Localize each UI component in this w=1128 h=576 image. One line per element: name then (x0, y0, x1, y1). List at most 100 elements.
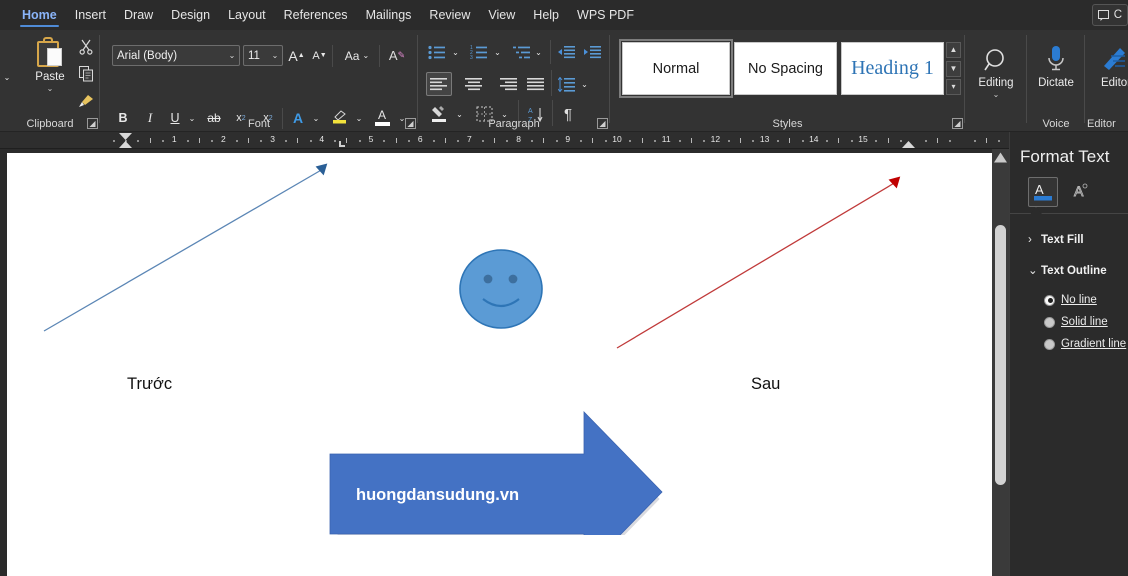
grow-font-button[interactable]: A▲ (286, 45, 307, 66)
ruler-tick (580, 140, 582, 142)
tab-design[interactable]: Design (162, 0, 219, 30)
style-normal-label: Normal (653, 61, 700, 77)
style-normal[interactable]: Normal (622, 42, 730, 95)
styles-scroll-up-icon[interactable]: ▲ (946, 42, 961, 58)
ribbon-group-editing: Editing ⌄ (965, 30, 1027, 132)
font-name-chevron-down-icon[interactable]: ⌄ (225, 51, 239, 60)
dictate-button[interactable]: Dictate (1027, 34, 1085, 108)
dictate-label: Dictate (1038, 77, 1074, 89)
style-no-spacing[interactable]: No Spacing (734, 42, 837, 95)
increase-indent-button[interactable] (582, 42, 604, 62)
vertical-scrollbar[interactable] (992, 149, 1009, 576)
left-indent-marker[interactable] (119, 141, 132, 148)
styles-more-icon[interactable]: ▾ (946, 79, 961, 95)
comments-label: C (1114, 9, 1122, 21)
line-spacing-icon (558, 77, 576, 92)
tab-view[interactable]: View (479, 0, 524, 30)
editor-button[interactable]: Editor (1089, 34, 1128, 108)
multilevel-list-icon (513, 45, 531, 60)
decrease-indent-button[interactable] (556, 42, 578, 62)
cut-scissors-icon (79, 39, 93, 55)
divider (379, 45, 380, 67)
style-heading-1[interactable]: Heading 1 (841, 42, 944, 95)
numbering-chevron-down-icon[interactable]: ⌄ (491, 42, 504, 62)
comments-button[interactable]: C (1092, 4, 1128, 26)
line-spacing-chevron-down-icon[interactable]: ⌄ (578, 72, 591, 96)
radio-solid-line[interactable]: Solid line (1044, 316, 1108, 328)
ruler-tick (310, 140, 312, 142)
arrow-watermark-text: huongdansudung.vn (356, 486, 519, 504)
pane-active-tab-caret (1030, 207, 1042, 214)
radio-gradient-line[interactable]: Gradient line (1044, 338, 1126, 350)
copy-button[interactable] (74, 63, 98, 85)
shrink-font-icon: A (312, 50, 319, 62)
ribbon-group-paragraph: ⌄ 1 2 3 ⌄ ⌄ (418, 30, 610, 132)
tab-layout[interactable]: Layout (219, 0, 275, 30)
font-size-combo[interactable]: 11 ⌄ (243, 45, 283, 66)
tab-help[interactable]: Help (524, 0, 568, 30)
pane-tab-text-fill-outline[interactable]: A (1028, 177, 1058, 207)
change-case-button[interactable]: Aa ⌄ (338, 45, 376, 66)
ribbon-group-voice: Dictate Voice (1027, 30, 1085, 132)
radio-solid-line-indicator[interactable] (1044, 317, 1055, 328)
tab-stop-marker[interactable] (339, 141, 345, 147)
cut-button[interactable] (74, 36, 98, 58)
label-after[interactable]: Sau (751, 375, 780, 394)
editing-button[interactable]: Editing ⌄ (967, 34, 1025, 108)
line-spacing-button[interactable] (556, 72, 578, 96)
ribbon-tab-bar: Home Insert Draw Design Layout Reference… (0, 0, 1128, 30)
font-name-combo[interactable]: Arial (Body) ⌄ (112, 45, 240, 66)
tab-mailings[interactable]: Mailings (357, 0, 421, 30)
numbering-button[interactable]: 1 2 3 (468, 42, 490, 62)
format-painter-button[interactable] (74, 90, 98, 112)
bullets-chevron-down-icon[interactable]: ⌄ (449, 42, 462, 62)
document-page[interactable]: Trước Sau huongdansudung.vn huongdansudu… (7, 153, 992, 576)
pane-tab-text-effects[interactable]: A (1066, 177, 1096, 207)
bullets-button[interactable] (426, 42, 448, 62)
paste-button[interactable]: Paste ⌄ (22, 34, 78, 106)
ruler-number: 6 (418, 134, 423, 144)
blue-block-arrow[interactable]: huongdansudung.vn (318, 398, 670, 535)
scroll-up-arrow-icon[interactable] (994, 151, 1007, 164)
change-case-chevron-down-icon[interactable]: ⌄ (362, 51, 369, 60)
shrink-font-button[interactable]: A▼ (309, 45, 330, 66)
paste-chevron-down-icon[interactable]: ⌄ (47, 84, 54, 93)
paragraph-dialog-launcher[interactable]: ◢ (597, 118, 608, 129)
align-right-button[interactable] (496, 72, 522, 96)
right-indent-marker[interactable] (902, 141, 915, 148)
horizontal-ruler[interactable]: 123456789101112131415 (0, 132, 1010, 149)
multilevel-chevron-down-icon[interactable]: ⌄ (532, 42, 545, 62)
tab-insert[interactable]: Insert (66, 0, 115, 30)
align-center-button[interactable] (461, 72, 487, 96)
tab-home[interactable]: Home (13, 0, 66, 30)
text-fill-outline-icon: A (1033, 181, 1053, 203)
justify-button[interactable] (523, 72, 549, 96)
font-size-chevron-down-icon[interactable]: ⌄ (268, 51, 282, 60)
clear-formatting-button[interactable]: A ✎ (385, 45, 409, 66)
align-left-button[interactable] (426, 72, 452, 96)
section-text-outline[interactable]: ⌄Text Outline (1028, 263, 1107, 277)
label-before[interactable]: Trước (127, 375, 172, 394)
clipboard-dialog-launcher[interactable]: ◢ (87, 118, 98, 129)
first-line-indent-marker[interactable] (119, 133, 132, 140)
scroll-thumb[interactable] (995, 225, 1006, 485)
radio-gradient-line-indicator[interactable] (1044, 339, 1055, 350)
multilevel-list-button[interactable] (511, 42, 533, 62)
radio-no-line-indicator[interactable] (1044, 295, 1055, 306)
ruler-tick (556, 140, 558, 142)
comment-bubble-icon (1098, 10, 1111, 21)
tab-review[interactable]: Review (420, 0, 479, 30)
styles-scroll-down-icon[interactable]: ▼ (946, 61, 961, 77)
tab-references[interactable]: References (275, 0, 357, 30)
editing-chevron-down-icon[interactable]: ⌄ (993, 90, 1000, 99)
styles-dialog-launcher[interactable]: ◢ (952, 118, 963, 129)
ruler-number: 10 (612, 134, 621, 144)
radio-no-line[interactable]: No line (1044, 294, 1097, 306)
font-dialog-launcher[interactable]: ◢ (405, 118, 416, 129)
tab-draw[interactable]: Draw (115, 0, 162, 30)
smiley-face-shape[interactable] (457, 247, 545, 331)
section-text-fill[interactable]: ›Text Fill (1028, 234, 1084, 246)
ruler-tick (531, 140, 533, 142)
tab-wps-pdf[interactable]: WPS PDF (568, 0, 643, 30)
ruler-tick (297, 138, 298, 143)
